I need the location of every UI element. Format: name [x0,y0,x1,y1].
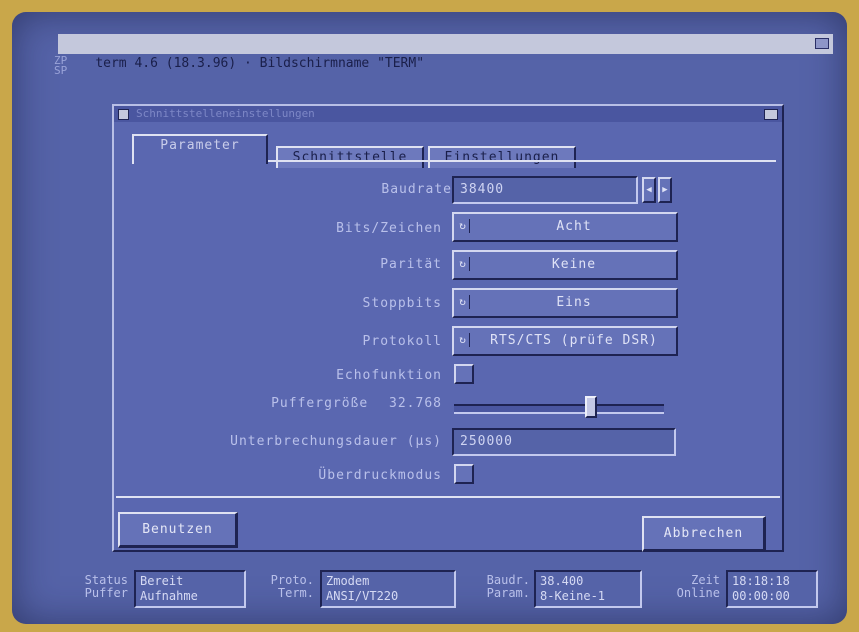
ueberdruck-checkbox[interactable] [454,464,474,484]
arrow-left-icon[interactable]: ◀ [642,177,656,203]
terminal-text: ZP SP [54,55,68,77]
terminal-line-2: SP [54,64,68,77]
button-separator [116,496,780,498]
tab-underline [268,160,776,162]
unterbrechung-label: Unterbrechungsdauer (µs) [230,434,442,449]
echo-label: Echofunktion [336,368,442,383]
cycle-icon: ↻ [457,219,470,233]
use-button[interactable]: Benutzen [118,512,238,548]
status-bar: Status Puffer Bereit Aufnahme Proto. Ter… [58,570,830,620]
status-label-col: Status Puffer [58,574,128,600]
zeit-label-col: Zeit Online [648,574,720,600]
cancel-button[interactable]: Abbrechen [642,516,766,552]
puffer-status-label: Puffer [84,586,128,600]
zeit-values: 18:18:18 00:00:00 [726,570,818,608]
tab-einstellungen[interactable]: Einstellungen [428,146,576,168]
protokoll-cycle-gadget[interactable]: ↻ RTS/CTS (prüfe DSR) [452,326,678,356]
paritaet-label: Parität [380,257,442,272]
baud-values: 38.400 8-Keine-1 [534,570,642,608]
bits-cycle-gadget[interactable]: ↻ Acht [452,212,678,242]
paritaet-value: Keine [551,257,597,272]
cycle-icon: ↻ [457,295,470,309]
bits-value: Acht [556,219,592,234]
stopbits-label: Stoppbits [362,296,442,311]
protokoll-value: RTS/CTS (prüfe DSR) [490,333,658,348]
puffer-slider-track[interactable] [454,404,664,414]
screen-title-bar[interactable]: term 4.6 (18.3.96) · Bildschirmname "TER… [58,34,833,71]
arrow-right-icon[interactable]: ▶ [658,177,672,203]
puffer-slider-knob[interactable] [585,396,598,418]
status-values: Bereit Aufnahme [134,570,246,608]
baud-label-col: Baudr. Param. [458,574,530,600]
proto-values: Zmodem ANSI/VT220 [320,570,456,608]
settings-dialog: Schnittstelleneinstellungen Parameter Sc… [112,104,784,552]
close-gadget-icon[interactable] [118,109,129,120]
echo-checkbox[interactable] [454,364,474,384]
ueberdruck-label: Überdruckmodus [318,468,442,483]
puffer-value: 32.768 [389,396,442,411]
dialog-title-bar[interactable]: Schnittstelleneinstellungen [114,106,782,122]
stopbits-cycle-gadget[interactable]: ↻ Eins [452,288,678,318]
stopbits-value: Eins [556,295,592,310]
depth-gadget-icon[interactable] [815,38,829,49]
baudrate-field[interactable]: 38400 [452,176,638,204]
protokoll-label: Protokoll [362,334,442,349]
paritaet-cycle-gadget[interactable]: ↻ Keine [452,250,678,280]
tab-parameter-label: Parameter [160,138,240,153]
tab-schnittstelle-label: Schnittstelle [292,150,408,165]
tab-parameter[interactable]: Parameter [132,134,268,164]
puffer-label-row: Puffergröße 32.768 [192,396,442,411]
depth-gadget-icon[interactable] [764,109,778,120]
term-label: Term. [277,586,314,600]
online-label: Online [676,586,720,600]
proto-label-col: Proto. Term. [254,574,314,600]
screen-title: term 4.6 (18.3.96) · Bildschirmname "TER… [95,56,425,71]
unterbrechung-field[interactable]: 250000 [452,428,676,456]
bits-label: Bits/Zeichen [336,221,442,236]
dialog-title: Schnittstelleneinstellungen [136,107,315,120]
baudrate-label: Baudrate [381,182,452,197]
tab-schnittstelle[interactable]: Schnittstelle [276,146,424,168]
param-label: Param. [486,586,530,600]
tab-einstellungen-label: Einstellungen [444,150,560,165]
cycle-icon: ↻ [457,333,470,347]
cycle-icon: ↻ [457,257,470,271]
amiga-screen: term 4.6 (18.3.96) · Bildschirmname "TER… [12,12,847,624]
puffer-label: Puffergröße [271,396,369,411]
